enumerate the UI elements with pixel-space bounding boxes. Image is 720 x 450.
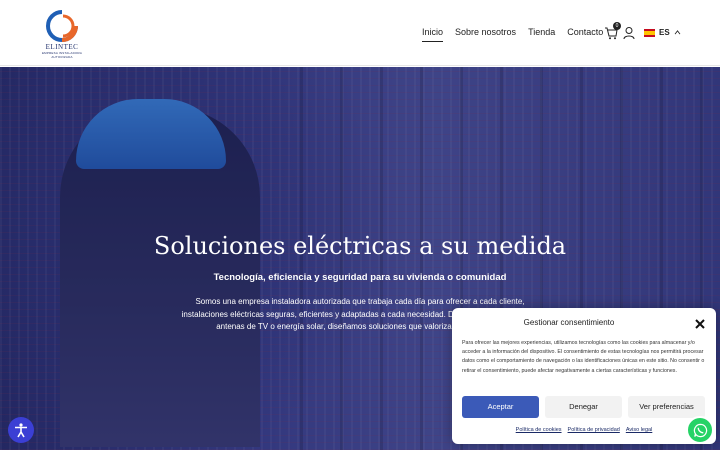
accept-button[interactable]: Aceptar	[462, 396, 539, 418]
consent-title: Gestionar consentimiento	[523, 318, 615, 327]
spain-flag-icon	[644, 28, 655, 37]
consent-close-button[interactable]	[694, 317, 706, 329]
nav-tienda[interactable]: Tienda	[528, 27, 555, 42]
whatsapp-button[interactable]	[686, 416, 714, 444]
user-icon	[623, 27, 635, 40]
logo-brand: ELINTEC	[45, 43, 79, 51]
language-selector[interactable]: ES	[644, 28, 681, 37]
language-code: ES	[659, 28, 670, 37]
privacy-policy-link[interactable]: Política de privacidad	[568, 427, 620, 433]
nav-sobre-nosotros[interactable]: Sobre nosotros	[455, 27, 516, 42]
main-nav: Inicio Sobre nosotros Tienda Contacto	[422, 27, 603, 42]
nav-inicio[interactable]: Inicio	[422, 27, 444, 42]
cart-button[interactable]: 0	[604, 22, 621, 40]
hero-subtitle: Tecnología, eficiencia y seguridad para …	[213, 272, 507, 283]
accessibility-icon	[15, 423, 27, 438]
accessibility-button[interactable]	[8, 417, 34, 443]
cookies-policy-link[interactable]: Política de cookies	[516, 427, 562, 433]
logo-mark-icon	[46, 10, 78, 42]
cookie-consent-dialog: Gestionar consentimiento Para ofrecer la…	[452, 308, 716, 444]
hero-title: Soluciones eléctricas a su medida	[153, 232, 567, 260]
consent-body: Para ofrecer las mejores experiencias, u…	[462, 340, 705, 374]
legal-notice-link[interactable]: Aviso legal	[626, 427, 653, 433]
whatsapp-icon	[693, 423, 707, 437]
logo[interactable]: ELINTEC EMPRESA INSTALADORA AUTORIZADA	[36, 10, 88, 59]
account-button[interactable]	[623, 26, 635, 40]
close-icon	[695, 319, 705, 329]
preferences-button[interactable]: Ver preferencias	[628, 396, 705, 418]
site-header: ELINTEC EMPRESA INSTALADORA AUTORIZADA I…	[0, 0, 720, 66]
logo-tagline: EMPRESA INSTALADORA AUTORIZADA	[41, 51, 83, 59]
deny-button[interactable]: Denegar	[545, 396, 622, 418]
consent-links: Política de cookies Política de privacid…	[452, 427, 716, 433]
chevron-up-icon	[674, 30, 681, 35]
cart-count-badge: 0	[613, 22, 621, 30]
nav-contacto[interactable]: Contacto	[567, 27, 603, 42]
